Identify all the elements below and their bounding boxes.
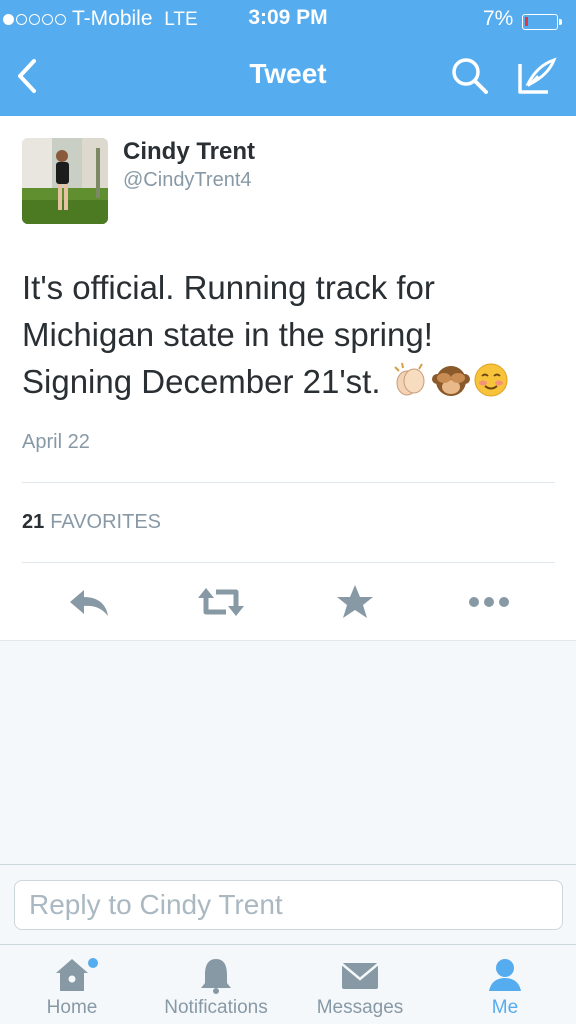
divider <box>22 482 555 483</box>
reply-icon <box>70 590 108 616</box>
tweet-text-line: Signing December 21'st. <box>22 363 381 400</box>
tab-bar: Home Notifications Messages Me <box>0 944 576 1024</box>
envelope-icon <box>341 963 379 989</box>
smiling-face-emoji <box>474 363 508 397</box>
favorites-stat[interactable]: 21 FAVORITES <box>22 511 161 534</box>
see-no-evil-monkey-emoji <box>431 366 470 396</box>
author-name[interactable]: Cindy Trent <box>123 138 255 166</box>
tab-me[interactable]: Me <box>470 945 540 1024</box>
tweet-text-line-with-emoji: Signing December 21'st. <box>22 358 562 405</box>
reply-bar <box>0 864 576 944</box>
compose-button[interactable] <box>516 56 558 96</box>
favorite-star-icon <box>337 585 373 618</box>
tab-label: Home <box>46 997 98 1018</box>
search-icon <box>452 58 488 94</box>
notification-dot <box>88 958 98 968</box>
retweet-button[interactable] <box>196 582 246 622</box>
retweet-icon <box>198 588 244 616</box>
divider <box>22 562 555 563</box>
tab-notifications[interactable]: Notifications <box>150 945 282 1024</box>
nav-header: T-Mobile LTE 3:09 PM 7% Tweet <box>0 0 576 116</box>
tab-label: Me <box>491 997 519 1018</box>
battery-icon <box>522 14 562 30</box>
status-bar: T-Mobile LTE 3:09 PM 7% <box>0 6 576 32</box>
tweet-detail-card: Cindy Trent @CindyTrent4 It's official. … <box>0 116 576 641</box>
favorites-count: 21 <box>22 511 45 533</box>
reply-button[interactable] <box>64 582 114 622</box>
compose-icon <box>518 57 557 94</box>
clapping-hands-emoji <box>393 362 425 396</box>
reply-input[interactable] <box>14 880 563 930</box>
tweet-text-line: It's official. Running track for <box>22 269 435 306</box>
more-button[interactable] <box>464 582 514 622</box>
favorite-button[interactable] <box>330 582 380 622</box>
search-button[interactable] <box>450 56 490 96</box>
home-icon <box>56 958 98 991</box>
favorites-label: FAVORITES <box>50 511 162 533</box>
avatar[interactable] <box>22 138 108 224</box>
bell-icon <box>201 959 231 994</box>
tweet-date: April 22 <box>22 431 90 453</box>
tab-messages[interactable]: Messages <box>306 945 414 1024</box>
tweet-text: It's official. Running track for Michiga… <box>22 264 562 405</box>
more-icon <box>469 597 509 607</box>
tweet-text-line: Michigan state in the spring! <box>22 316 433 353</box>
tab-label: Messages <box>316 997 404 1018</box>
status-time: 3:09 PM <box>248 6 328 29</box>
person-icon <box>489 959 521 991</box>
tab-label: Notifications <box>164 997 268 1018</box>
author-handle[interactable]: @CindyTrent4 <box>123 169 252 192</box>
battery-percentage: 7% <box>483 7 514 30</box>
tab-home[interactable]: Home <box>22 945 122 1024</box>
